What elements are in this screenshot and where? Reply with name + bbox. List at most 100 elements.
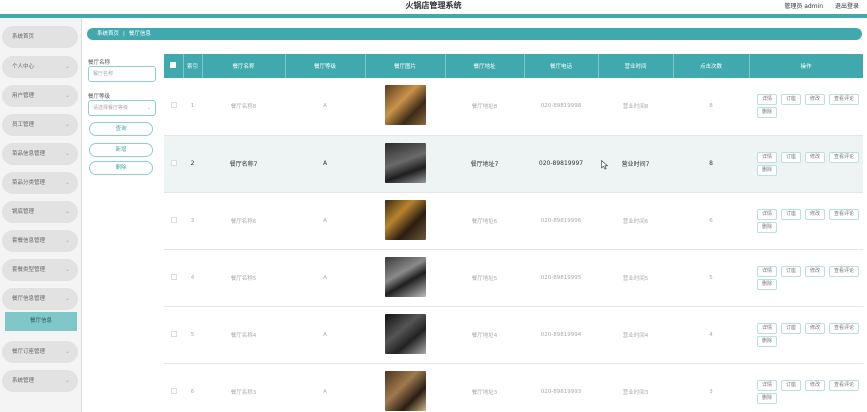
- chevron-down-icon: ⌄: [64, 208, 70, 215]
- business-hours: 营业时间6: [598, 192, 673, 250]
- edit-button[interactable]: 修改: [805, 94, 826, 106]
- user-label: 管理员 admin: [784, 3, 824, 10]
- table-row[interactable]: 3 餐厅名称6 A 餐厅地址6 020-89819996 营业时间6 6 详情 订座 修改 查看评论…: [164, 192, 863, 250]
- breadcrumb-current: 餐厅信息: [128, 31, 151, 37]
- table-row[interactable]: 2 餐厅名称7 A 餐厅地址7 020-89819997 营业时间7 8 详情 订座 修改 查看评论…: [164, 135, 863, 193]
- row-checkbox[interactable]: [170, 102, 177, 109]
- reserve-button[interactable]: 订座: [781, 322, 802, 334]
- restaurant-address: 餐厅地址6: [445, 192, 524, 250]
- detail-button[interactable]: 详情: [757, 265, 778, 277]
- table-row[interactable]: 5 餐厅名称4 A 餐厅地址4 020-89819994 营业时间4 4 详情 订座 修改 查看评论…: [164, 306, 863, 364]
- name-search-input[interactable]: 餐厅名称: [88, 66, 156, 82]
- delete-row-button[interactable]: 删除: [757, 278, 778, 290]
- chevron-down-icon: ⌄: [64, 150, 70, 157]
- delete-row-button[interactable]: 删除: [757, 221, 778, 233]
- sidebar-item[interactable]: 菜品分类管理 ⌄: [2, 172, 78, 194]
- select-all-checkbox[interactable]: [164, 54, 184, 78]
- sidebar-item[interactable]: 个人中心 ⌄: [2, 56, 78, 78]
- restaurant-name: 餐厅名称3: [202, 363, 285, 412]
- table-row[interactable]: 4 餐厅名称5 A 餐厅地址5 020-89819995 营业时间5 5 详情 订座 修改 查看评论…: [164, 249, 863, 307]
- view-comments-button[interactable]: 查看评论: [829, 94, 860, 106]
- sidebar-subitem-active[interactable]: 餐厅信息: [5, 312, 77, 331]
- sidebar-item[interactable]: 套餐信息管理 ⌄: [2, 230, 78, 252]
- restaurant-grade: A: [285, 78, 365, 136]
- breadcrumb-home[interactable]: 系统首页: [97, 31, 119, 37]
- reserve-button[interactable]: 订座: [781, 265, 802, 277]
- chevron-down-icon: ⌄: [64, 295, 70, 302]
- table-row[interactable]: 6 餐厅名称3 A 餐厅地址3 020-89819993 营业时间3 3 详情 订座 修改 查看评论…: [164, 363, 863, 412]
- row-checkbox-cell: [164, 306, 183, 364]
- detail-button[interactable]: 详情: [757, 94, 778, 106]
- edit-button[interactable]: 修改: [805, 265, 826, 277]
- sidebar: 系统首页个人中心 ⌄ 用户管理 ⌄ 员工管理 ⌄ 菜品信息管理 ⌄ 菜品分类管理 ⌄ 锅底管理 ⌄ 套餐…: [0, 18, 82, 412]
- sidebar-item-label: 锅底管理: [12, 209, 35, 215]
- row-index: 3: [183, 192, 202, 250]
- row-checkbox[interactable]: [170, 273, 177, 280]
- detail-button[interactable]: 详情: [757, 322, 778, 334]
- sidebar-item[interactable]: 锅底管理 ⌄: [2, 201, 78, 223]
- reserve-button[interactable]: 订座: [781, 94, 802, 106]
- view-comments-button[interactable]: 查看评论: [829, 208, 860, 220]
- restaurant-image-cell: [365, 192, 445, 250]
- restaurant-phone: 020-89819998: [524, 78, 598, 136]
- sidebar-item[interactable]: 用户管理 ⌄: [2, 85, 78, 107]
- breadcrumb-separator: |: [123, 31, 125, 37]
- restaurant-photo: [384, 199, 426, 240]
- sidebar-item[interactable]: 菜品信息管理 ⌄: [2, 143, 78, 165]
- edit-button[interactable]: 修改: [805, 322, 826, 334]
- sidebar-item-label: 系统首页: [12, 34, 35, 40]
- sidebar-item[interactable]: 员工管理 ⌄: [2, 114, 78, 136]
- edit-button[interactable]: 修改: [805, 151, 826, 163]
- restaurant-photo: [384, 256, 426, 297]
- row-checkbox[interactable]: [170, 387, 177, 394]
- query-button[interactable]: 查询: [89, 122, 153, 136]
- detail-button[interactable]: 详情: [757, 379, 778, 391]
- sidebar-item[interactable]: 餐厅信息管理 ⌄: [2, 288, 78, 310]
- add-button[interactable]: 新增: [89, 143, 153, 157]
- row-checkbox[interactable]: [170, 216, 177, 223]
- table-header-row: 索引 餐厅名称 餐厅等级 餐厅图片 餐厅地址 餐厅电话 营业时间 点击次数 操作: [164, 54, 863, 78]
- restaurant-phone: 020-89819996: [524, 192, 598, 250]
- delete-row-button[interactable]: 删除: [757, 107, 778, 119]
- restaurant-address: 餐厅地址8: [445, 78, 524, 136]
- row-checkbox[interactable]: [170, 159, 177, 166]
- chevron-down-icon: ⌄: [64, 92, 70, 99]
- click-count: 5: [673, 249, 749, 307]
- column-header: 营业时间: [598, 54, 674, 78]
- view-comments-button[interactable]: 查看评论: [829, 322, 860, 334]
- restaurant-grade: A: [285, 192, 365, 250]
- sidebar-item[interactable]: 系统首页: [2, 26, 78, 48]
- sidebar-item-label: 餐厅订座管理: [12, 349, 46, 355]
- business-hours: 营业时间5: [598, 249, 673, 307]
- column-header: 点击次数: [673, 54, 750, 78]
- sidebar-item[interactable]: 餐厅订座管理 ⌄: [2, 341, 78, 363]
- edit-button[interactable]: 修改: [805, 208, 826, 220]
- row-actions: 详情 订座 修改 查看评论删除: [749, 306, 863, 364]
- restaurant-grade: A: [285, 306, 365, 364]
- grade-select[interactable]: 请选择餐厅等级 ⌄: [88, 100, 156, 116]
- chevron-down-icon: ⌄: [64, 377, 70, 384]
- delete-row-button[interactable]: 删除: [757, 392, 778, 404]
- detail-button[interactable]: 详情: [757, 151, 778, 163]
- breadcrumb: 系统首页 | 餐厅信息: [87, 28, 862, 40]
- row-checkbox[interactable]: [170, 330, 177, 337]
- view-comments-button[interactable]: 查看评论: [829, 265, 860, 277]
- restaurant-phone: 020-89819993: [524, 363, 598, 412]
- restaurant-address: 餐厅地址7: [445, 135, 524, 193]
- view-comments-button[interactable]: 查看评论: [829, 379, 860, 391]
- delete-row-button[interactable]: 删除: [757, 164, 778, 176]
- logout-link[interactable]: 退出登录: [835, 3, 859, 10]
- table-row[interactable]: 1 餐厅名称8 A 餐厅地址8 020-89819998 营业时间8 8 详情 订座 修改 查看评论…: [164, 78, 863, 136]
- sidebar-item[interactable]: 系统管理 ⌄: [2, 370, 78, 392]
- sidebar-item[interactable]: 套餐类型管理 ⌄: [2, 259, 78, 281]
- delete-button[interactable]: 删除: [89, 161, 153, 175]
- reserve-button[interactable]: 订座: [781, 379, 802, 391]
- restaurant-photo: [384, 85, 426, 126]
- reserve-button[interactable]: 订座: [781, 151, 802, 163]
- reserve-button[interactable]: 订座: [781, 208, 802, 220]
- view-comments-button[interactable]: 查看评论: [829, 151, 860, 163]
- delete-row-button[interactable]: 删除: [757, 335, 778, 347]
- detail-button[interactable]: 详情: [757, 208, 778, 220]
- column-header: 餐厅等级: [285, 54, 366, 78]
- edit-button[interactable]: 修改: [805, 379, 826, 391]
